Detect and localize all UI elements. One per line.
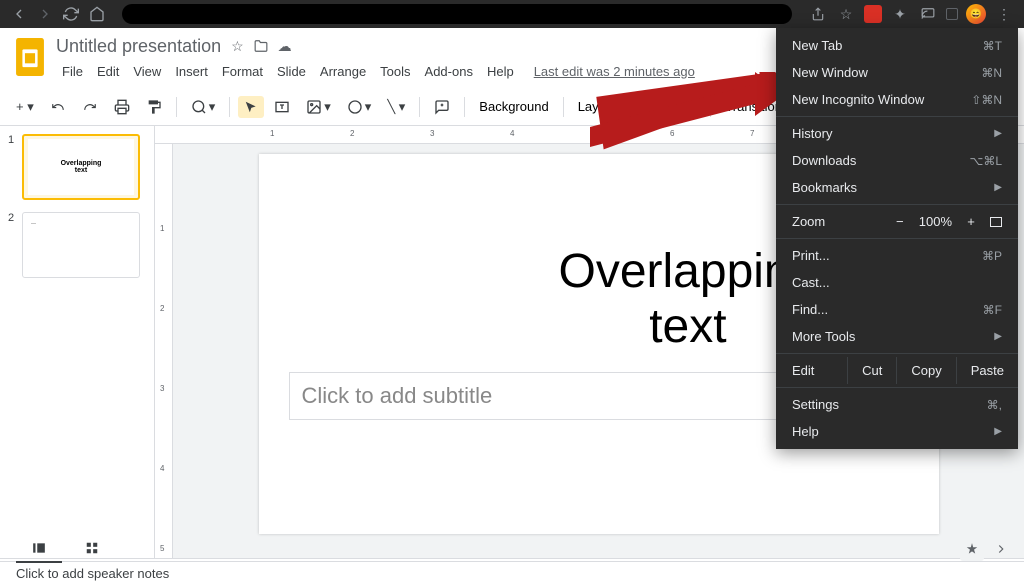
url-bar[interactable] xyxy=(122,4,792,24)
menu-file[interactable]: File xyxy=(56,62,89,81)
comment-tool[interactable] xyxy=(428,95,456,119)
menu-downloads[interactable]: Downloads⌥⌘L xyxy=(776,147,1018,174)
home-button[interactable] xyxy=(88,5,106,23)
paste-button[interactable]: Paste xyxy=(956,357,1018,384)
menu-cast[interactable]: Cast... xyxy=(776,269,1018,296)
browser-chrome: ☆ ✦ 😄 ⋮ xyxy=(0,0,1024,28)
menu-format[interactable]: Format xyxy=(216,62,269,81)
menu-new-window[interactable]: New Window⌘N xyxy=(776,59,1018,86)
back-button[interactable] xyxy=(10,5,28,23)
window-icon[interactable] xyxy=(946,8,958,20)
menu-help[interactable]: Help xyxy=(481,62,520,81)
move-doc-icon[interactable] xyxy=(254,39,268,53)
print-button[interactable] xyxy=(108,95,136,119)
star-doc-icon[interactable]: ☆ xyxy=(231,38,244,55)
cast-icon[interactable] xyxy=(918,4,938,24)
doc-title[interactable]: Untitled presentation xyxy=(56,36,221,57)
redo-button[interactable] xyxy=(76,96,104,118)
menu-incognito[interactable]: New Incognito Window⇧⌘N xyxy=(776,86,1018,113)
undo-button[interactable] xyxy=(44,96,72,118)
menu-zoom: Zoom − 100% + xyxy=(776,208,1018,235)
background-button[interactable]: Background xyxy=(473,95,554,118)
last-edit[interactable]: Last edit was 2 minutes ago xyxy=(534,64,695,79)
filmstrip-view[interactable] xyxy=(16,535,62,563)
menu-tools[interactable]: Tools xyxy=(374,62,416,81)
menu-edit[interactable]: Edit xyxy=(91,62,125,81)
shape-tool[interactable]: ▾ xyxy=(341,95,378,119)
thumb-number: 1 xyxy=(8,134,18,200)
menu-settings[interactable]: Settings⌘, xyxy=(776,391,1018,418)
menu-insert[interactable]: Insert xyxy=(169,62,214,81)
paint-format-button[interactable] xyxy=(140,95,168,119)
reload-button[interactable] xyxy=(62,5,80,23)
menu-bookmarks[interactable]: Bookmarks▶ xyxy=(776,174,1018,201)
share-icon[interactable] xyxy=(808,4,828,24)
textbox-tool[interactable] xyxy=(268,95,296,119)
select-tool[interactable] xyxy=(238,96,264,118)
menu-view[interactable]: View xyxy=(127,62,167,81)
grid-view[interactable] xyxy=(70,535,114,563)
forward-button[interactable] xyxy=(36,5,54,23)
chrome-menu-icon[interactable]: ⋮ xyxy=(994,4,1014,24)
menu-addons[interactable]: Add-ons xyxy=(419,62,479,81)
vertical-ruler: 1 2 3 4 5 xyxy=(155,144,173,558)
image-tool[interactable]: ▾ xyxy=(300,95,337,119)
new-slide-button[interactable]: + ▾ xyxy=(10,95,40,119)
bottom-bar xyxy=(0,532,1024,566)
menu-find[interactable]: Find...⌘F xyxy=(776,296,1018,323)
menu-arrange[interactable]: Arrange xyxy=(314,62,372,81)
zoom-in-button[interactable]: + xyxy=(964,214,978,229)
explore-button[interactable] xyxy=(960,537,984,561)
chevron-right-icon[interactable] xyxy=(994,542,1008,556)
avatar[interactable]: 😄 xyxy=(966,4,986,24)
copy-button[interactable]: Copy xyxy=(896,357,955,384)
slide-thumbnail[interactable]: Overlapping text xyxy=(22,134,140,200)
menu-slide[interactable]: Slide xyxy=(271,62,312,81)
zoom-value: 100% xyxy=(919,214,952,229)
chrome-menu: New Tab⌘T New Window⌘N New Incognito Win… xyxy=(776,28,1018,449)
layout-button[interactable]: Layout ▾ xyxy=(572,95,633,119)
filmstrip: 1 Overlapping text 2 — xyxy=(0,126,155,558)
menu-edit-row: Edit Cut Copy Paste xyxy=(776,357,1018,384)
extensions-icon[interactable]: ✦ xyxy=(890,4,910,24)
theme-button[interactable]: Theme xyxy=(650,95,702,118)
menu-history[interactable]: History▶ xyxy=(776,120,1018,147)
menu-help[interactable]: Help▶ xyxy=(776,418,1018,445)
line-tool[interactable]: ╲ ▾ xyxy=(381,95,411,119)
menu-more-tools[interactable]: More Tools▶ xyxy=(776,323,1018,350)
menu-print[interactable]: Print...⌘P xyxy=(776,242,1018,269)
slide-thumbnail[interactable]: — xyxy=(22,212,140,278)
thumb-number: 2 xyxy=(8,212,18,278)
zoom-tool[interactable]: ▾ xyxy=(185,95,222,119)
menu-new-tab[interactable]: New Tab⌘T xyxy=(776,32,1018,59)
slides-logo[interactable] xyxy=(12,34,48,82)
cloud-status-icon[interactable]: ☁ xyxy=(278,38,292,55)
pocket-icon[interactable] xyxy=(864,5,882,23)
star-icon[interactable]: ☆ xyxy=(836,4,856,24)
zoom-out-button[interactable]: − xyxy=(893,214,907,229)
cut-button[interactable]: Cut xyxy=(847,357,896,384)
fullscreen-button[interactable] xyxy=(990,217,1002,227)
